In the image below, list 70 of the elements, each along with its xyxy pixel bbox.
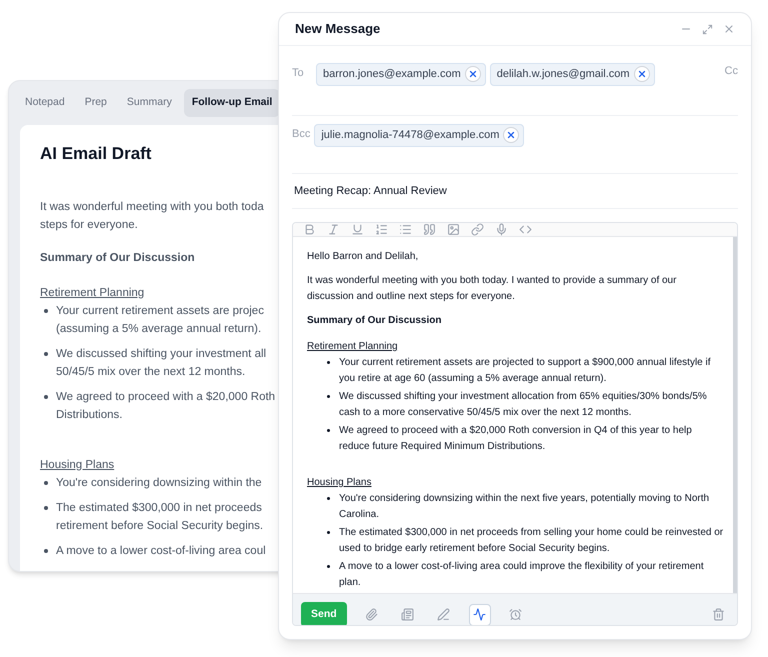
recipient-chip[interactable]: barron.jones@example.com [316,63,486,86]
panel-tab[interactable]: Prep [76,89,115,117]
draft-text: (assuming a 5% average annual return). [56,322,262,336]
remove-icon[interactable] [503,127,520,144]
window-title: New Message [295,20,380,38]
draft-text: Your current retirement assets are projec [56,304,264,318]
draft-text: A move to a lower cost-of-living area coul [56,544,266,558]
maximize-icon[interactable] [702,24,713,34]
body-heading: Summary of Our Discussion [307,314,442,328]
image-icon[interactable] [447,223,460,236]
to-label: To [292,66,305,81]
bullet-icon [44,308,48,312]
body-text: It was wonderful meeting with you both today. I wanted to provide a summary of our discussion and outline next steps for everyone. [307,274,678,304]
recipient-chip[interactable]: delilah.w.jones@gmail.com [490,63,655,86]
bullet-icon [327,429,330,432]
signature-icon[interactable] [468,604,491,625]
subject-field[interactable]: Meeting Recap: Annual Review [292,182,449,200]
bullet-icon [44,394,48,398]
bullet-icon [327,497,330,500]
draft-title: AI Email Draft [40,142,152,165]
bullet-icon [327,361,330,364]
section-title: Retirement Planning [307,340,398,354]
panel-tab[interactable]: Summary [118,89,180,117]
draft-text: We discussed shifting your investment all [56,346,266,362]
draft-text: 50/45/5 mix over the next 12 months. [56,364,246,380]
draft-text: Distributions. [56,408,122,422]
recipient-chip[interactable]: julie.magnolia-74478@example.com [314,124,524,146]
recipient-email: barron.jones@example.com [323,67,461,82]
recipient-email: delilah.w.jones@gmail.com [496,67,630,82]
draft-text: steps for everyone. [40,218,138,234]
body-text: A move to a lower cost-of-living area could improve the flexibility of your retirement plan. [339,560,705,590]
body-text: You're considering downsizing within the next five years, potentially moving to North Carolina. [339,492,710,522]
underline-icon[interactable] [351,223,364,236]
link-icon[interactable] [471,223,484,236]
microphone-icon[interactable] [495,223,508,236]
body-text: The estimated $300,000 in net proceeds from selling your home could be reinvested or used to bridge early retirement before Social Security begins. [339,526,724,556]
draft-text: You're considering downsizing within the [56,476,262,490]
italic-icon[interactable] [327,223,340,236]
bullet-icon [44,352,48,356]
code-icon[interactable] [519,223,532,236]
draft-text: retirement before Social Security begins. [56,518,264,534]
bullet-list-icon[interactable] [399,223,412,236]
body-text: We discussed shifting your investment allocation from 65% equities/30% bonds/5% cash to a more conservative 50/45/5 mix over the next 12 months. [339,390,708,420]
section-title: Housing Plans [307,476,372,490]
body-text: Hello Barron and Delilah, [307,250,420,264]
panel-tab[interactable]: Follow-up Email [184,89,280,117]
draft-heading: Summary of Our Discussion [40,251,196,266]
panel-tab[interactable]: Notepad [17,89,73,117]
bold-icon[interactable] [303,223,316,236]
section-title: Retirement Planning [40,286,144,300]
bullet-icon [327,565,330,568]
close-icon[interactable] [723,23,735,35]
body-text: Your current retirement assets are projected to support a $900,000 annual lifestyle if you retire at age 60 (assuming a 5% average annual return). [339,356,712,386]
bullet-icon [44,548,48,552]
bullet-icon [44,506,48,510]
draft-text: It was wonderful meeting with you both toda [40,200,264,216]
quote-icon[interactable] [423,223,436,236]
draft-text: We agreed to proceed with a $20,000 Roth [56,390,276,404]
section-title: Housing Plans [40,458,114,472]
draft-text: The estimated $300,000 in net proceeds [56,500,262,516]
recipient-email: julie.magnolia-74478@example.com [321,128,500,143]
remove-icon[interactable] [464,66,481,82]
bullet-icon [44,480,48,484]
bcc-label: Bcc [292,127,310,142]
bullet-icon [327,395,330,398]
ordered-list-icon[interactable] [375,223,388,236]
bullet-icon [327,531,330,534]
remove-icon[interactable] [634,66,650,82]
trash-icon[interactable] [712,608,725,621]
body-text: We agreed to proceed with a $20,000 Roth conversion in Q4 of this year to help reduce future Required Minimum Distributions. [339,424,693,454]
